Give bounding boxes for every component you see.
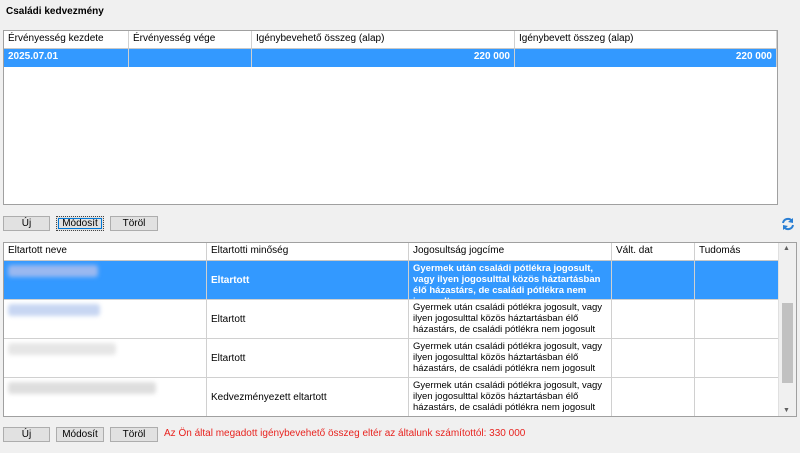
cell-entitlement-basis: Gyermek után családi pótlékra jogosult, … xyxy=(409,261,612,299)
col-end[interactable]: Érvényesség vége xyxy=(129,31,252,48)
delete-button-bottom[interactable]: Töröl xyxy=(110,427,158,442)
dependents-grid[interactable]: Eltartott neve Eltartotti minőség Jogosu… xyxy=(3,242,797,417)
section-title: Családi kedvezmény xyxy=(6,6,104,17)
cell-knowledge xyxy=(695,339,779,377)
cell-change-date xyxy=(612,378,695,416)
cell-change-date xyxy=(612,300,695,338)
table-row[interactable]: Eltartott Gyermek után családi pótlékra j… xyxy=(4,300,796,339)
cell-end xyxy=(129,49,252,67)
cell-change-date xyxy=(612,339,695,377)
scroll-down-icon[interactable]: ▼ xyxy=(783,407,790,414)
scroll-thumb[interactable] xyxy=(782,303,793,383)
cell-entitlement-basis: Gyermek után családi pótlékra jogosult, … xyxy=(409,339,612,377)
redacted-name xyxy=(8,343,116,355)
scroll-up-icon[interactable]: ▲ xyxy=(783,245,790,252)
cell-dependent-quality: Eltartott xyxy=(207,261,409,299)
col-dependent-quality[interactable]: Eltartotti minőség xyxy=(207,243,409,260)
dependents-grid-header: Eltartott neve Eltartotti minőség Jogosu… xyxy=(4,243,796,261)
table-row[interactable]: Eltartott Gyermek után családi pótlékra j… xyxy=(4,339,796,378)
new-button-bottom[interactable]: Új xyxy=(3,427,50,442)
cell-claimed: 220 000 xyxy=(515,49,777,67)
col-start[interactable]: Érvényesség kezdete xyxy=(4,31,129,48)
cell-dependent-quality: Eltartott xyxy=(207,339,409,377)
cell-knowledge xyxy=(695,378,779,416)
cell-dependent-name xyxy=(4,300,207,338)
cell-dependent-name xyxy=(4,378,207,416)
cell-knowledge xyxy=(695,300,779,338)
cell-dependent-quality: Kedvezményezett eltartott xyxy=(207,378,409,416)
table-row[interactable]: Eltartott Gyermek után családi pótlékra j… xyxy=(4,261,796,300)
col-eligible-amount[interactable]: Igénybevehető összeg (alap) xyxy=(252,31,515,48)
validity-grid-header: Érvényesség kezdete Érvényesség vége Igé… xyxy=(4,31,777,49)
table-row[interactable]: Kedvezményezett eltartott Gyermek után cs… xyxy=(4,378,796,416)
cell-entitlement-basis: Gyermek után családi pótlékra jogosult, … xyxy=(409,378,612,416)
refresh-icon[interactable] xyxy=(781,217,795,231)
delete-button-top[interactable]: Töröl xyxy=(110,216,158,231)
cell-start: 2025.07.01 xyxy=(4,49,129,67)
redacted-name xyxy=(8,304,100,316)
warning-message: Az Ön által megadott igénybevehető össze… xyxy=(164,428,526,439)
cell-eligible: 220 000 xyxy=(252,49,515,67)
vertical-scrollbar[interactable]: ▲ ▼ xyxy=(778,243,796,416)
col-entitlement-basis[interactable]: Jogosultság jogcíme xyxy=(409,243,612,260)
cell-entitlement-basis: Gyermek után családi pótlékra jogosult, … xyxy=(409,300,612,338)
new-button-top[interactable]: Új xyxy=(3,216,50,231)
cell-dependent-name xyxy=(4,261,207,299)
validity-grid[interactable]: Érvényesség kezdete Érvényesség vége Igé… xyxy=(3,30,778,205)
cell-change-date xyxy=(612,261,695,299)
col-dependent-name[interactable]: Eltartott neve xyxy=(4,243,207,260)
col-knowledge[interactable]: Tudomás xyxy=(695,243,779,260)
cell-dependent-quality: Eltartott xyxy=(207,300,409,338)
redacted-name xyxy=(8,382,156,394)
cell-dependent-name xyxy=(4,339,207,377)
modify-button-bottom[interactable]: Módosít xyxy=(56,427,104,442)
table-row[interactable]: 2025.07.01 220 000 220 000 xyxy=(4,49,777,67)
col-change-date[interactable]: Vált. dat xyxy=(612,243,695,260)
col-claimed-amount[interactable]: Igénybevett összeg (alap) xyxy=(515,31,777,48)
cell-knowledge xyxy=(695,261,779,299)
redacted-name xyxy=(8,265,98,277)
modify-button-top[interactable]: Módosít xyxy=(56,216,104,231)
